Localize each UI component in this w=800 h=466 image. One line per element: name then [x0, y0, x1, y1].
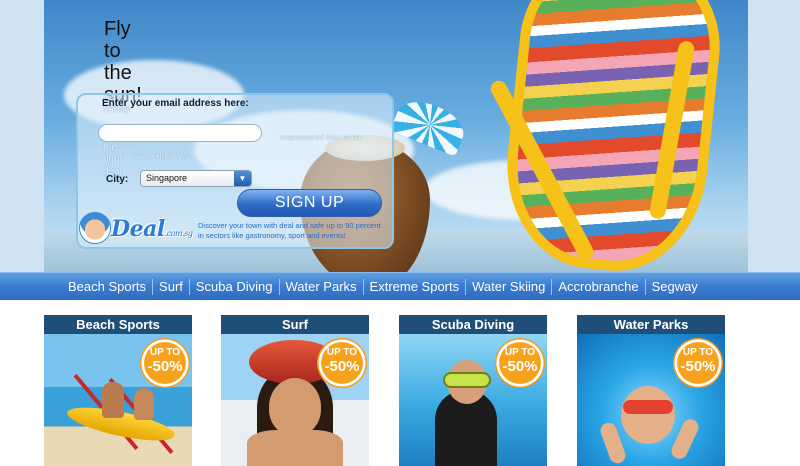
discount-badge: UP TO -50% [317, 338, 367, 388]
ghost-text: the right deal [103, 142, 123, 177]
chevron-down-icon[interactable]: ▼ [234, 171, 251, 186]
headline-line: the [104, 62, 132, 84]
nav-item-segway[interactable]: Segway [644, 279, 704, 295]
scuba-diving-image[interactable]: UP TO -50% [399, 334, 547, 466]
logo-wordmark: Deal [111, 216, 165, 242]
deal-card-water-parks[interactable]: Water Parks UP TO -50% [577, 315, 725, 466]
badge-label: UP TO [504, 347, 536, 358]
nav-item-extreme-sports[interactable]: Extreme Sports [362, 279, 466, 295]
surfer-face [269, 378, 321, 436]
logo-domain: .com.sg [164, 229, 193, 238]
water-parks-image[interactable]: UP TO -50% [577, 334, 725, 466]
city-label: City: [106, 174, 129, 185]
card-title[interactable]: Beach Sports [44, 315, 192, 334]
badge-percent: -50% [147, 358, 183, 375]
diving-mask [443, 372, 491, 388]
discount-badge: UP TO -50% [673, 338, 723, 388]
headline-line: to [104, 40, 121, 62]
deal-card-surf[interactable]: Surf UP TO -50% [221, 315, 369, 466]
card-title[interactable]: Water Parks [577, 315, 725, 334]
ghost-text: unanswered nivo to ha [280, 133, 361, 142]
card-title[interactable]: Surf [221, 315, 369, 334]
signup-button[interactable]: SIGN UP [237, 189, 382, 217]
badge-percent: -50% [324, 358, 360, 375]
swim-goggles [623, 400, 673, 414]
card-title[interactable]: Scuba Diving [399, 315, 547, 334]
nav-item-beach-sports[interactable]: Beach Sports [62, 279, 152, 295]
nav-item-water-parks[interactable]: Water Parks [278, 279, 363, 295]
badge-label: UP TO [149, 347, 181, 358]
beach-sports-image[interactable]: UP TO -50% [44, 334, 192, 466]
nav-list: Beach Sports Surf Scuba Diving Water Par… [62, 273, 704, 301]
category-nav: Beach Sports Surf Scuba Diving Water Par… [0, 272, 800, 300]
tagline: Discover your town with deal and safe up… [198, 221, 381, 240]
discount-badge: UP TO -50% [140, 338, 190, 388]
email-input[interactable] [98, 124, 262, 142]
nav-item-surf[interactable]: Surf [152, 279, 189, 295]
kid-face [621, 386, 675, 444]
headline-line: Fly [104, 18, 131, 40]
badge-label: UP TO [682, 347, 714, 358]
surfer-body [247, 430, 343, 466]
deal-card-scuba-diving[interactable]: Scuba Diving UP TO -50% [399, 315, 547, 466]
kayaker [134, 388, 154, 420]
nav-item-water-skiing[interactable]: Water Skiing [465, 279, 551, 295]
ghost-text: =" 2" value="" /> [132, 151, 190, 160]
city-select[interactable]: Singapore ▼ [140, 170, 252, 187]
surf-image[interactable]: UP TO -50% [221, 334, 369, 466]
nav-item-accrobranche[interactable]: Accrobranche [551, 279, 644, 295]
discount-badge: UP TO -50% [495, 338, 545, 388]
logo-text: Deal.com.sg [111, 216, 193, 242]
badge-percent: -50% [502, 358, 538, 375]
badge-percent: -50% [680, 358, 716, 375]
kayaker [102, 382, 124, 418]
nav-item-scuba-diving[interactable]: Scuba Diving [188, 279, 279, 295]
deal-card-beach-sports[interactable]: Beach Sports UP TO -50% [44, 315, 192, 466]
city-selected-value: Singapore [146, 173, 188, 183]
genie-mascot-icon [79, 212, 111, 244]
email-label: Enter your email address here: [102, 98, 249, 109]
badge-label: UP TO [326, 347, 358, 358]
deal-logo[interactable]: Deal.com.sg [79, 212, 195, 246]
